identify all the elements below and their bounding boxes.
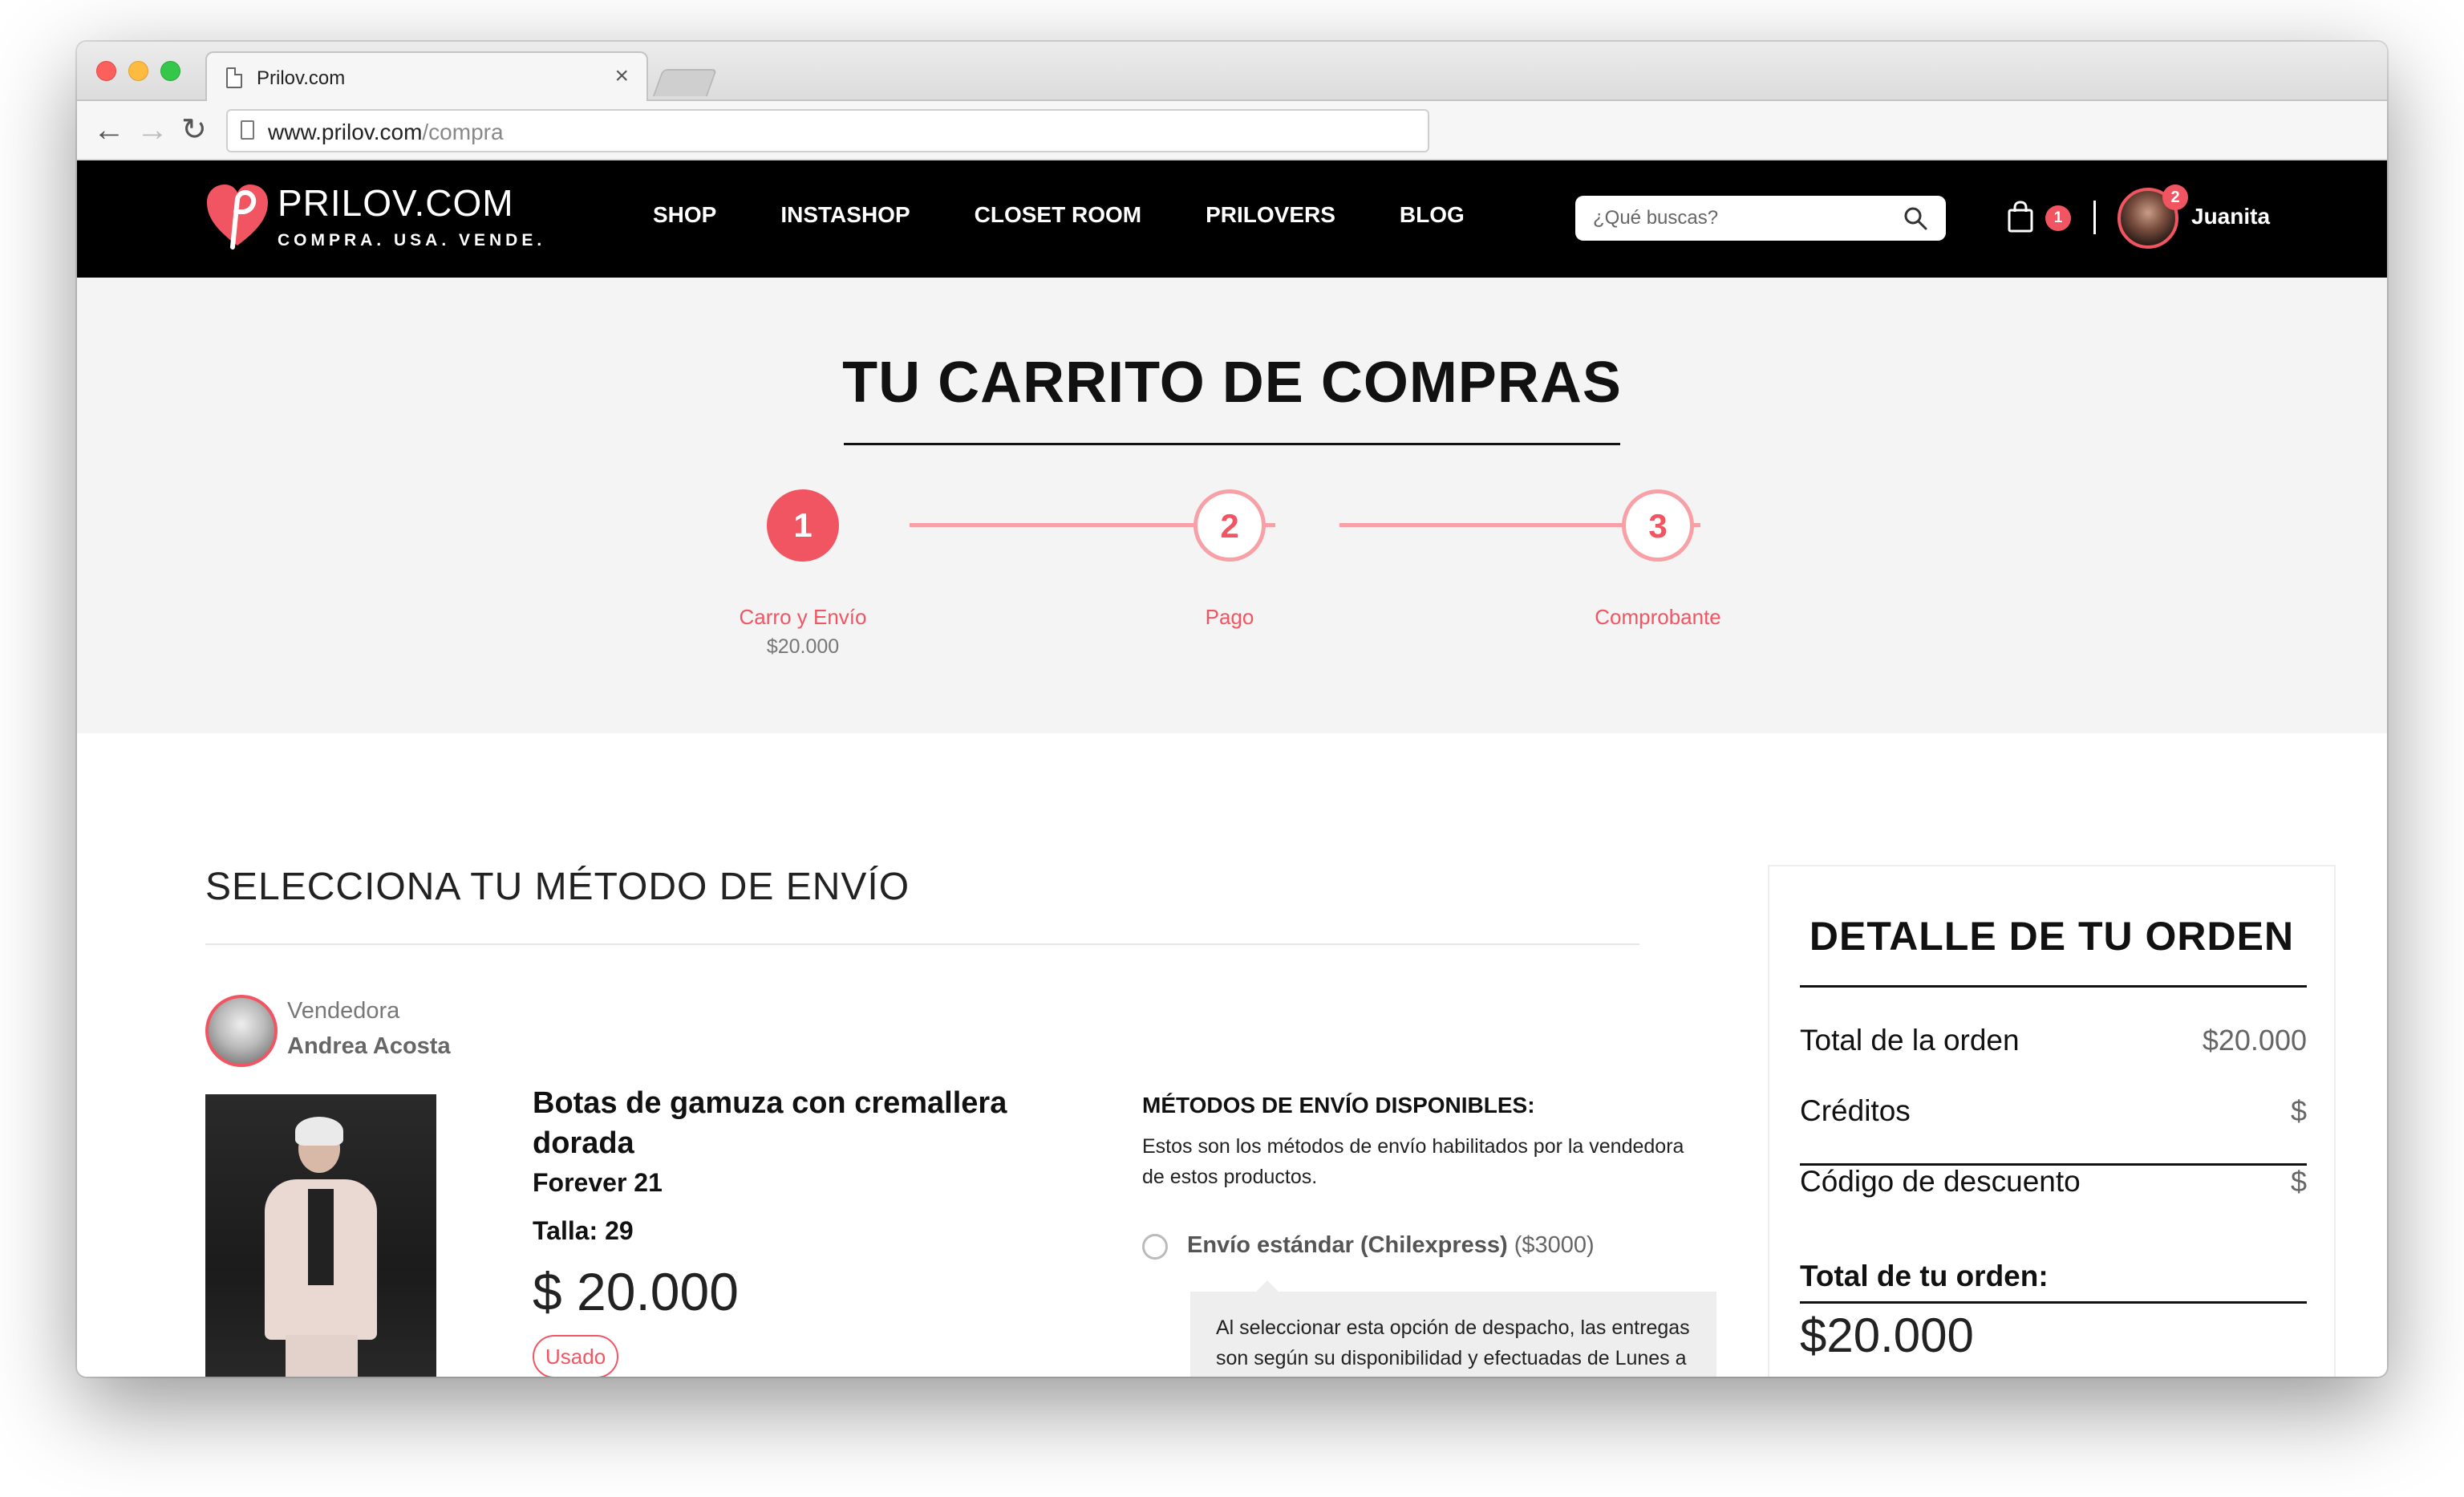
nav-closet-room[interactable]: CLOSET ROOM (975, 202, 1141, 228)
maximize-window-button[interactable] (160, 61, 180, 81)
order-row-label: Créditos (1800, 1094, 1911, 1127)
page-icon (226, 67, 242, 88)
order-grand-total-label: Total de tu orden: (1800, 1260, 2049, 1292)
page-title: TU CARRITO DE COMPRAS (842, 351, 1622, 415)
nav-prilovers[interactable]: PRILOVERS (1206, 202, 1335, 228)
order-row-label: Total de la orden (1800, 1024, 2020, 1057)
order-divider (1800, 985, 2307, 988)
browser-tabbar: Prilov.com × (77, 42, 2387, 103)
back-arrow-icon[interactable]: ← (93, 111, 125, 149)
order-row-value: $20.000 (2202, 1024, 2307, 1057)
step-1-circle[interactable]: 1 (767, 489, 839, 562)
product-brand: Forever 21 (533, 1168, 663, 1197)
address-bar[interactable]: www.prilov.com/compra (226, 109, 1429, 152)
order-row-label: Código de descuento (1800, 1165, 2081, 1198)
order-summary-title: DETALLE DE TU ORDEN (1809, 914, 2295, 959)
tab-title: Prilov.com (257, 67, 346, 89)
shipping-methods-description: Estos son los métodos de envío habilitad… (1142, 1135, 1684, 1188)
product-name[interactable]: Botas de gamuza con cremallera dorada (533, 1083, 1078, 1163)
seller-role: Vendedora (287, 998, 400, 1024)
shipping-info-tooltip: Al seleccionar esta opción de despacho, … (1190, 1292, 1716, 1377)
product-size: Talla: 29 (533, 1216, 634, 1245)
nav-shop[interactable]: SHOP (653, 202, 716, 228)
browser-toolbar: ← → ↻ www.prilov.com/compra (77, 101, 2387, 160)
credits-row: Créditos $ (1800, 1094, 2307, 1128)
order-summary: DETALLE DE TU ORDEN Total de la orden $20… (1768, 865, 2336, 1377)
shipping-section-title: SELECCIONA TU MÉTODO DE ENVÍO (205, 866, 910, 908)
step-2-label: Pago (1205, 605, 1254, 629)
logo-text[interactable]: PRILOV.COM (278, 181, 514, 225)
page-viewport: PRILOV.COM COMPRA. USA. VENDE. SHOP INST… (77, 160, 2387, 1377)
logo-tagline: COMPRA. USA. VENDE. (278, 231, 546, 250)
order-grand-total-value: $20.000 (1800, 1308, 1974, 1362)
product-image-top (308, 1189, 334, 1285)
browser-tab[interactable]: Prilov.com × (205, 51, 648, 103)
section-divider (205, 943, 1639, 945)
discount-code-row[interactable]: Código de descuento $ (1800, 1165, 2307, 1199)
product-image[interactable] (205, 1094, 436, 1377)
forward-arrow-icon[interactable]: → (136, 111, 168, 149)
new-tab-button[interactable] (652, 69, 718, 96)
shipping-option-radio[interactable] (1142, 1234, 1168, 1260)
product-image-legs (286, 1335, 358, 1377)
search-placeholder: ¿Qué buscas? (1593, 207, 1719, 229)
order-row-value: $ (2290, 1165, 2307, 1198)
url-text: www.prilov.com/compra (268, 120, 504, 144)
search-icon[interactable] (1903, 205, 1928, 231)
notification-badge: 2 (2162, 185, 2188, 210)
search-input[interactable]: ¿Qué buscas? (1575, 196, 1946, 241)
step-3-circle[interactable]: 3 (1622, 489, 1694, 562)
product-price: $ 20.000 (533, 1262, 739, 1321)
browser-window: Prilov.com × ← → ↻ www.prilov.com/compra… (77, 42, 2387, 1377)
step-1-label: Carro y Envío (739, 605, 867, 629)
minimize-window-button[interactable] (128, 61, 148, 81)
page-icon (241, 120, 254, 140)
reload-icon[interactable]: ↻ (181, 111, 207, 149)
shipping-option-label[interactable]: Envío estándar (Chilexpress) ($3000) (1187, 1232, 1595, 1259)
step-2-circle[interactable]: 2 (1194, 489, 1266, 562)
seller-name[interactable]: Andrea Acosta (287, 1033, 451, 1060)
step-3-label: Comprobante (1595, 605, 1721, 629)
step-1-amount: $20.000 (766, 635, 840, 658)
main-nav: SHOP INSTASHOP CLOSET ROOM PRILOVERS BLO… (653, 202, 1529, 228)
product-image-hair (295, 1117, 343, 1146)
order-total-row: Total de la orden $20.000 (1800, 1024, 2307, 1057)
shipping-methods-title: MÉTODOS DE ENVÍO DISPONIBLES: (1142, 1093, 1535, 1118)
condition-badge: Usado (533, 1335, 619, 1377)
nav-blog[interactable]: BLOG (1400, 202, 1465, 228)
title-underline (844, 443, 1620, 445)
cart-hero: TU CARRITO DE COMPRAS 1 2 3 Carro y Enví… (77, 278, 2387, 733)
seller-avatar[interactable] (205, 995, 278, 1067)
order-divider (1800, 1163, 2307, 1166)
close-window-button[interactable] (96, 61, 116, 81)
cart-count-badge: 1 (2045, 205, 2071, 231)
shopping-bag-icon[interactable] (2007, 201, 2034, 233)
header-divider (2093, 201, 2096, 234)
username[interactable]: Juanita (2191, 204, 2270, 229)
site-header: PRILOV.COM COMPRA. USA. VENDE. SHOP INST… (77, 160, 2387, 278)
heart-p-logo-icon[interactable] (205, 183, 270, 250)
order-row-value: $ (2290, 1094, 2307, 1127)
tab-close-icon[interactable]: × (614, 63, 629, 90)
order-divider (1800, 1301, 2307, 1304)
nav-instashop[interactable]: INSTASHOP (780, 202, 910, 228)
